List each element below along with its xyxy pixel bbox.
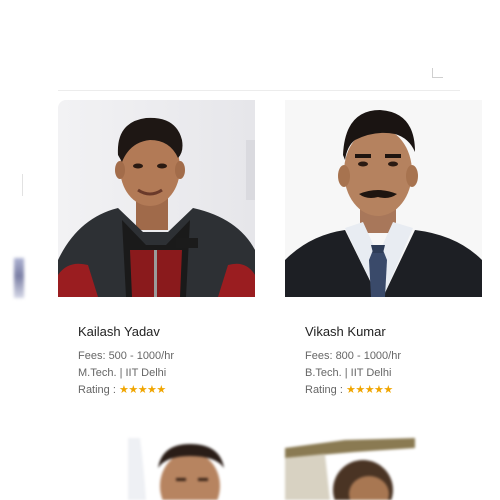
tutor-name[interactable]: Kailash Yadav	[78, 323, 258, 340]
rating-label: Rating :	[305, 384, 346, 396]
tutor-qualification: B.Tech. | IIT Delhi	[305, 367, 392, 379]
tutor-photo[interactable]	[58, 100, 255, 297]
rating-label: Rating :	[78, 384, 119, 396]
tutor-listing-page: Kailash Yadav Fees: 500 - 1000/hr M.Tech…	[0, 0, 500, 500]
section-divider	[58, 90, 460, 91]
tutor-card-vikash[interactable]: Vikash Kumar Fees: 800 - 1000/hr B.Tech.…	[285, 100, 485, 399]
offscreen-card-fragment	[14, 258, 24, 298]
star-icon: ★★★★★	[118, 384, 166, 396]
tutor-photo-next-row[interactable]	[285, 438, 415, 500]
tutor-card-kailash[interactable]: Kailash Yadav Fees: 500 - 1000/hr M.Tech…	[58, 100, 258, 399]
tutor-rating: Rating : ★★★★★	[78, 382, 258, 399]
star-icon: ★★★★★	[345, 384, 393, 396]
edge-divider	[22, 174, 23, 196]
tutor-portrait-image	[285, 438, 415, 500]
tutor-photo-next-row[interactable]	[128, 438, 258, 500]
tutor-photo[interactable]	[285, 100, 482, 297]
corner-mark	[432, 68, 443, 78]
tutor-portrait-image	[58, 100, 255, 297]
tutor-portrait-image	[128, 438, 258, 500]
tutor-rating: Rating : ★★★★★	[305, 382, 485, 399]
tutor-qualification: M.Tech. | IIT Delhi	[78, 367, 167, 379]
tutor-portrait-image	[285, 100, 482, 297]
tutor-info: Vikash Kumar Fees: 800 - 1000/hr B.Tech.…	[285, 323, 485, 399]
tutor-name[interactable]: Vikash Kumar	[305, 323, 485, 340]
tutor-info: Kailash Yadav Fees: 500 - 1000/hr M.Tech…	[58, 323, 258, 399]
tutor-fees: Fees: 800 - 1000/hr	[305, 350, 402, 362]
tutor-fees: Fees: 500 - 1000/hr	[78, 350, 175, 362]
